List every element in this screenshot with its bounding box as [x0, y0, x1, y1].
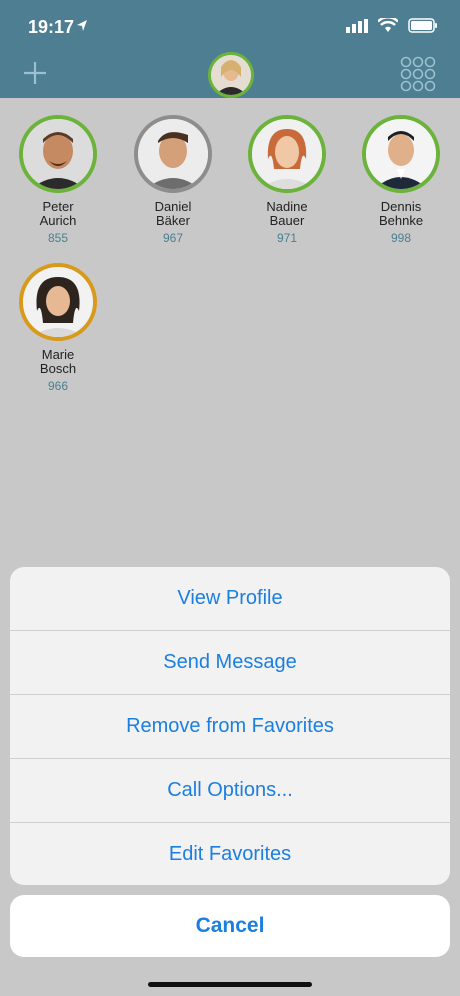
favorite-contact[interactable]: Nadine Bauer 971: [237, 115, 337, 245]
status-icons: [346, 18, 438, 33]
plus-icon[interactable]: [20, 58, 50, 88]
home-indicator: [148, 982, 312, 987]
contact-avatar: [19, 263, 97, 341]
top-bar: 19:17: [0, 0, 460, 98]
dialpad-icon[interactable]: [400, 56, 436, 92]
contact-extension: 966: [47, 379, 69, 393]
contact-last-name: Bosch: [39, 361, 77, 376]
signal-icon: [346, 18, 368, 33]
action-sheet: View Profile Send Message Remove from Fa…: [10, 567, 450, 885]
contact-last-name: Behnke: [378, 213, 424, 228]
contact-avatar: [248, 115, 326, 193]
contact-extension: 971: [276, 231, 298, 245]
contact-avatar: [19, 115, 97, 193]
cancel-button[interactable]: Cancel: [10, 895, 450, 957]
contact-avatar: [134, 115, 212, 193]
contact-last-name: Bauer: [269, 213, 305, 228]
contact-first-name: Marie: [41, 347, 75, 362]
favorite-contact[interactable]: Dennis Behnke 998: [351, 115, 451, 245]
send-message-button[interactable]: Send Message: [10, 631, 450, 695]
call-options-button[interactable]: Call Options...: [10, 759, 450, 823]
favorite-contact[interactable]: Daniel Bäker 967: [123, 115, 223, 245]
remove-favorite-button[interactable]: Remove from Favorites: [10, 695, 450, 759]
contact-first-name: Dennis: [380, 199, 422, 214]
contact-extension: 998: [390, 231, 412, 245]
wifi-icon: [378, 18, 398, 32]
contact-first-name: Nadine: [266, 199, 308, 214]
view-profile-button[interactable]: View Profile: [10, 567, 450, 631]
favorite-contact[interactable]: Marie Bosch 966: [8, 263, 108, 393]
battery-icon: [408, 18, 437, 33]
contact-avatar: [362, 115, 440, 193]
status-time: 19:17: [28, 17, 75, 37]
contact-extension: 967: [162, 231, 184, 245]
user-avatar[interactable]: [208, 52, 254, 98]
contact-extension: 855: [47, 231, 69, 245]
contact-last-name: Aurich: [39, 213, 77, 228]
contact-first-name: Daniel: [154, 199, 192, 214]
favorite-contact[interactable]: Peter Aurich 855: [8, 115, 108, 245]
edit-favorites-button[interactable]: Edit Favorites: [10, 823, 450, 885]
contact-last-name: Bäker: [156, 213, 190, 228]
location-arrow-icon: [77, 20, 87, 31]
contact-first-name: Peter: [42, 199, 74, 214]
